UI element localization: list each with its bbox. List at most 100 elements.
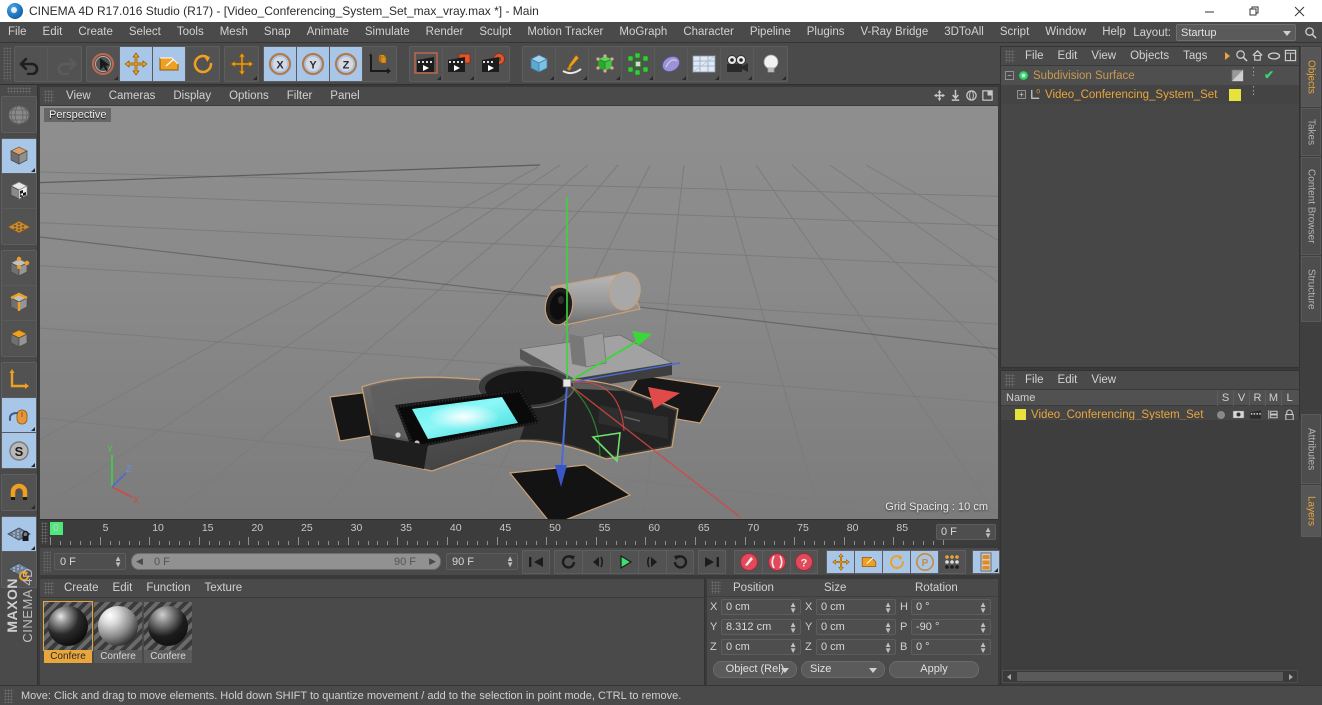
menu-select[interactable]: Select [121,22,169,43]
object-visibility-dots[interactable]: ⋮ [1248,86,1259,97]
expand-collapse-icon[interactable]: − [1005,71,1014,80]
status-bar-grip[interactable] [4,688,13,703]
menu-mesh[interactable]: Mesh [212,22,256,43]
menu-vray-bridge[interactable]: V-Ray Bridge [852,22,936,43]
texture-mode-tool[interactable] [1,174,36,209]
menu-sculpt[interactable]: Sculpt [471,22,519,43]
menu-pipeline[interactable]: Pipeline [742,22,799,43]
spinner-icon[interactable]: ▲ ▼ [789,601,797,615]
spinner-icon[interactable]: ▲ ▼ [979,621,987,635]
objmgr-menu-view[interactable]: View [1084,47,1123,66]
spinner-icon[interactable]: ▲ ▼ [979,641,987,655]
points-mode-tool[interactable] [1,251,36,286]
make-editable-tool[interactable] [2,97,36,132]
menu-file[interactable]: File [0,22,35,43]
fit-icon[interactable] [1284,49,1297,65]
matmgr-menu-create[interactable]: Create [57,579,106,598]
polygons-mode-tool[interactable] [2,321,36,356]
viewport-menu-grip[interactable] [44,89,54,103]
layout-select[interactable]: Startup [1176,24,1296,41]
spinner-icon[interactable]: ▲ ▼ [979,601,987,615]
viewport-menu-cameras[interactable]: Cameras [100,87,165,106]
edit-render-settings-button[interactable] [476,47,509,81]
apply-button[interactable]: Apply [889,660,979,678]
objmgr-menu-edit[interactable]: Edit [1051,47,1085,66]
range-left-arrow-icon[interactable]: ◀ [136,556,143,567]
coordinates-grip[interactable] [711,581,721,594]
objmgr-menu-file[interactable]: File [1018,47,1051,66]
menu-window[interactable]: Window [1037,22,1094,43]
add-spline-object[interactable] [556,46,589,81]
material-item[interactable]: Confere [94,602,142,663]
range-right-arrow-icon[interactable]: ▶ [429,556,436,567]
chevron-right-icon[interactable] [1222,50,1232,65]
viewport-menu-view[interactable]: View [57,87,100,106]
object-visibility-dots[interactable]: ⋮ [1248,67,1259,78]
animation-bar-grip[interactable] [43,550,51,573]
menu-tools[interactable]: Tools [169,22,212,43]
snap-magnet-tool[interactable] [2,475,36,510]
menu-snap[interactable]: Snap [256,22,299,43]
objmgr-menu-objects[interactable]: Objects [1123,47,1176,66]
position-x-field[interactable]: 0 cm ▲ ▼ [721,599,801,615]
close-icon[interactable] [1277,0,1322,22]
spinner-icon[interactable]: ▲ ▼ [114,555,122,569]
object-enabled-check[interactable]: ✔ [1264,68,1274,82]
spinner-icon[interactable]: ▲ ▼ [884,641,892,655]
autokeying-button[interactable] [762,549,790,574]
object-row-video-conferencing-set[interactable]: + 0 Video_Conferencing_System_Set ⋮ [1001,85,1299,104]
menu-motion-tracker[interactable]: Motion Tracker [519,22,611,43]
play-button[interactable] [610,549,638,574]
lock-z-axis[interactable]: Z [330,46,363,81]
object-tree[interactable]: − Subdivision Surface ⋮ ✔ + 0 Video_Conf… [1001,66,1299,367]
viewport-dolly-icon[interactable] [949,89,962,105]
tab-layers[interactable]: Layers [1301,485,1321,537]
restore-icon[interactable] [1232,0,1277,22]
record-pla-button[interactable]: P [910,549,938,574]
material-manager-grip[interactable] [44,581,54,595]
rotation-p-field[interactable]: -90 ° ▲ ▼ [911,619,991,635]
link-icon[interactable] [1267,50,1281,65]
viewport-menu-display[interactable]: Display [164,87,220,106]
menu-script[interactable]: Script [992,22,1037,43]
record-active-objects-button[interactable] [734,549,762,574]
add-deformer-object[interactable] [655,46,688,81]
phong-tag-icon[interactable] [1231,69,1244,85]
spinner-icon[interactable]: ▲ ▼ [506,555,514,569]
size-y-field[interactable]: 0 cm ▲ ▼ [816,619,896,635]
toolbar-grip[interactable] [3,46,11,81]
viewport-menu-options[interactable]: Options [220,87,278,106]
play-backwards-loop-button[interactable] [554,549,582,574]
menu-animate[interactable]: Animate [299,22,357,43]
laymgr-menu-file[interactable]: File [1018,371,1051,390]
laymgr-menu-edit[interactable]: Edit [1051,371,1085,390]
home-icon[interactable] [1251,49,1264,65]
spinner-icon[interactable]: ▲ ▼ [789,621,797,635]
layer-manager-grip[interactable] [1005,373,1015,387]
search-icon[interactable] [1235,49,1248,65]
object-manager-grip[interactable] [1005,49,1015,63]
tab-takes[interactable]: Takes [1301,108,1321,156]
laymgr-menu-view[interactable]: View [1084,371,1123,390]
rotation-h-field[interactable]: 0 ° ▲ ▼ [911,599,991,615]
enable-axis-modification[interactable] [1,398,36,433]
search-icon[interactable] [1304,26,1317,42]
menu-edit[interactable]: Edit [35,22,71,43]
scale-tool[interactable] [153,46,186,81]
viewport-pan-icon[interactable] [933,89,946,105]
layer-color-swatch[interactable] [1015,409,1026,420]
uv-mesh-grid-icon[interactable] [2,209,36,244]
step-back-button[interactable] [582,549,610,574]
menu-plugins[interactable]: Plugins [799,22,853,43]
spinner-icon[interactable]: ▲ ▼ [884,601,892,615]
render-to-picture-viewer-button[interactable] [443,46,476,81]
edges-mode-tool[interactable] [1,286,36,321]
add-cube-object[interactable] [523,46,556,81]
size-z-field[interactable]: 0 cm ▲ ▼ [816,639,896,655]
menu-create[interactable]: Create [70,22,121,43]
timeline-track[interactable]: 051015202530354045505560657075808590 [50,520,958,546]
preview-end-field[interactable]: 90 F ▲ ▼ [446,553,518,570]
scroll-right-arrow-icon[interactable] [1284,671,1297,682]
viewport-rotate-icon[interactable] [965,89,978,105]
record-parameter-button[interactable] [938,549,966,574]
